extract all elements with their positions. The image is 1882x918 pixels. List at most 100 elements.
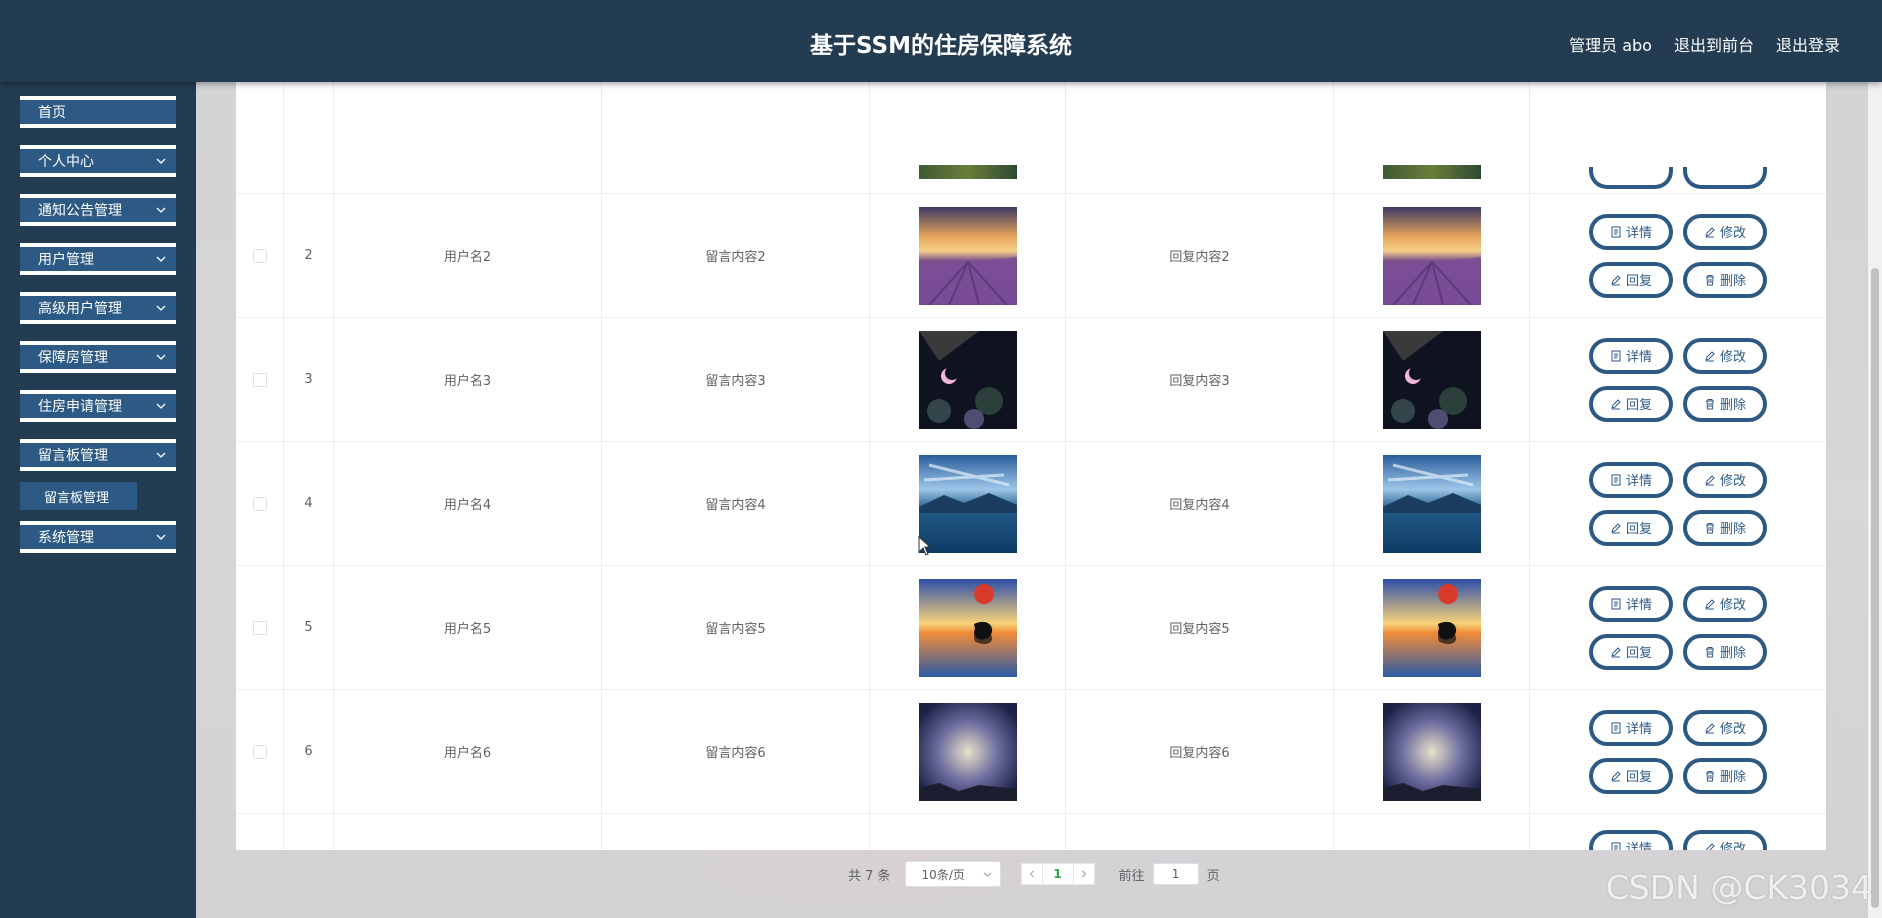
action-button-partial[interactable]	[1589, 167, 1673, 189]
reply-button[interactable]: 回复	[1589, 509, 1673, 546]
reply-button[interactable]: 回复	[1589, 385, 1673, 422]
row-checkbox[interactable]	[252, 248, 267, 263]
table-cell-username: 用户名5	[334, 566, 602, 689]
trash-icon	[1705, 274, 1714, 285]
goto-page-input[interactable]: 1	[1152, 863, 1199, 885]
sidebar-item-label: 首页	[38, 105, 66, 121]
document-icon	[1611, 350, 1621, 361]
page-scrollbar[interactable]	[1868, 82, 1882, 918]
detail-button[interactable]: 详情	[1589, 337, 1673, 374]
row-checkbox[interactable]	[252, 372, 267, 387]
table-cell-check	[236, 318, 284, 441]
table-cell-image	[870, 318, 1066, 441]
scrollbar-thumb[interactable]	[1871, 268, 1879, 908]
table-cell-check	[236, 194, 284, 317]
pencil-icon	[1705, 226, 1715, 237]
table-cell-reply_image	[1334, 690, 1530, 813]
cell-username: 用户名6	[443, 746, 492, 761]
admin-user-label[interactable]: 管理员 abo	[1569, 32, 1652, 56]
cell-reply: 回复内容6	[1169, 746, 1230, 761]
table-cell-reply: 回复内容5	[1066, 566, 1334, 689]
goto-label: 前往	[1118, 868, 1145, 884]
page-size-select[interactable]: 10条/页	[904, 861, 1001, 887]
sidebar-item-personal-center[interactable]: 个人中心	[20, 145, 176, 177]
sidebar-item-message-board[interactable]: 留言板管理	[20, 439, 176, 471]
edit-button[interactable]: 修改	[1683, 709, 1767, 746]
sidebar-item-label: 用户管理	[38, 252, 94, 268]
chevron-down-icon	[156, 452, 166, 458]
cell-index: 3	[304, 372, 313, 387]
row-checkbox[interactable]	[252, 744, 267, 759]
edit-button-label: 修改	[1719, 474, 1746, 489]
trash-icon	[1705, 398, 1714, 409]
pencil-icon	[1611, 398, 1621, 409]
sidebar-item-home[interactable]: 首页	[20, 96, 176, 128]
detail-button[interactable]: 详情	[1589, 585, 1673, 622]
reply-button[interactable]: 回复	[1589, 757, 1673, 794]
reply-button[interactable]: 回复	[1589, 261, 1673, 298]
sidebar-item-label: 通知公告管理	[38, 203, 122, 219]
message-image	[918, 702, 1017, 801]
cell-index: 6	[304, 744, 313, 759]
sidebar-item-housing[interactable]: 保障房管理	[20, 341, 176, 373]
table-cell-reply_image	[1334, 318, 1530, 441]
table-cell-reply_image	[1334, 442, 1530, 565]
next-page-button[interactable]	[1072, 863, 1095, 885]
delete-button[interactable]: 删除	[1683, 261, 1767, 298]
reply-image	[1382, 206, 1481, 305]
delete-button[interactable]: 删除	[1683, 509, 1767, 546]
sidebar-item-applications[interactable]: 住房申请管理	[20, 390, 176, 422]
table-cell-message: 双方都时代	[602, 814, 870, 850]
pencil-icon	[1611, 274, 1621, 285]
chevron-down-icon	[156, 256, 166, 262]
table-cell-username: 用户名6	[334, 690, 602, 813]
edit-button[interactable]: 修改	[1683, 461, 1767, 498]
reply-button[interactable]: 回复	[1589, 633, 1673, 670]
exit-to-front-link[interactable]: 退出到前台	[1674, 32, 1754, 56]
delete-button[interactable]: 删除	[1683, 385, 1767, 422]
detail-button-label: 详情	[1625, 474, 1652, 489]
reply-image	[1382, 454, 1481, 553]
detail-button[interactable]: 详情	[1589, 709, 1673, 746]
table-cell-image	[870, 690, 1066, 813]
sidebar-item-users[interactable]: 用户管理	[20, 243, 176, 275]
edit-button[interactable]: 修改	[1683, 213, 1767, 250]
action-button-partial[interactable]	[1683, 167, 1767, 189]
cell-message: 留言内容4	[705, 498, 766, 513]
table-cell	[1530, 82, 1826, 193]
edit-button[interactable]: 修改	[1683, 829, 1767, 850]
trash-icon	[1705, 522, 1714, 533]
reply-image	[1382, 578, 1481, 677]
edit-button[interactable]: 修改	[1683, 585, 1767, 622]
cell-index: 2	[304, 248, 313, 263]
delete-button-label: 删除	[1719, 770, 1746, 785]
page-number-current[interactable]: 1	[1042, 863, 1073, 885]
sidebar-item-notice[interactable]: 通知公告管理	[20, 194, 176, 226]
message-image	[918, 454, 1017, 553]
row-checkbox[interactable]	[252, 496, 267, 511]
detail-button[interactable]: 详情	[1589, 829, 1673, 850]
table-cell-message: 留言内容2	[602, 194, 870, 317]
logout-link[interactable]: 退出登录	[1776, 32, 1840, 56]
table-row: 2 用户名2 留言内容2 回复内容2 详情 修改 回复 删除	[236, 194, 1826, 318]
edit-button[interactable]: 修改	[1683, 337, 1767, 374]
sidebar-item-senior-users[interactable]: 高级用户管理	[20, 292, 176, 324]
delete-button[interactable]: 删除	[1683, 633, 1767, 670]
table-cell-username: 用户名4	[334, 442, 602, 565]
chevron-down-icon	[156, 305, 166, 311]
document-icon	[1611, 842, 1621, 850]
table-cell-index: 2	[284, 194, 334, 317]
sidebar-item-system[interactable]: 系统管理	[20, 521, 176, 553]
image-thumbnail-partial	[918, 165, 1017, 179]
cell-reply: 回复内容3	[1169, 374, 1230, 389]
detail-button[interactable]: 详情	[1589, 461, 1673, 498]
cell-index: 5	[304, 620, 313, 635]
sidebar-subitem-message-board[interactable]: 留言板管理	[20, 482, 137, 510]
table-cell-reply_image	[1334, 194, 1530, 317]
delete-button[interactable]: 删除	[1683, 757, 1767, 794]
row-checkbox[interactable]	[252, 620, 267, 635]
prev-page-button[interactable]	[1020, 863, 1043, 885]
chevron-down-icon	[156, 158, 166, 164]
table-row: 3 用户名3 留言内容3 回复内容3 详情 修改 回复 删除	[236, 318, 1826, 442]
detail-button[interactable]: 详情	[1589, 213, 1673, 250]
